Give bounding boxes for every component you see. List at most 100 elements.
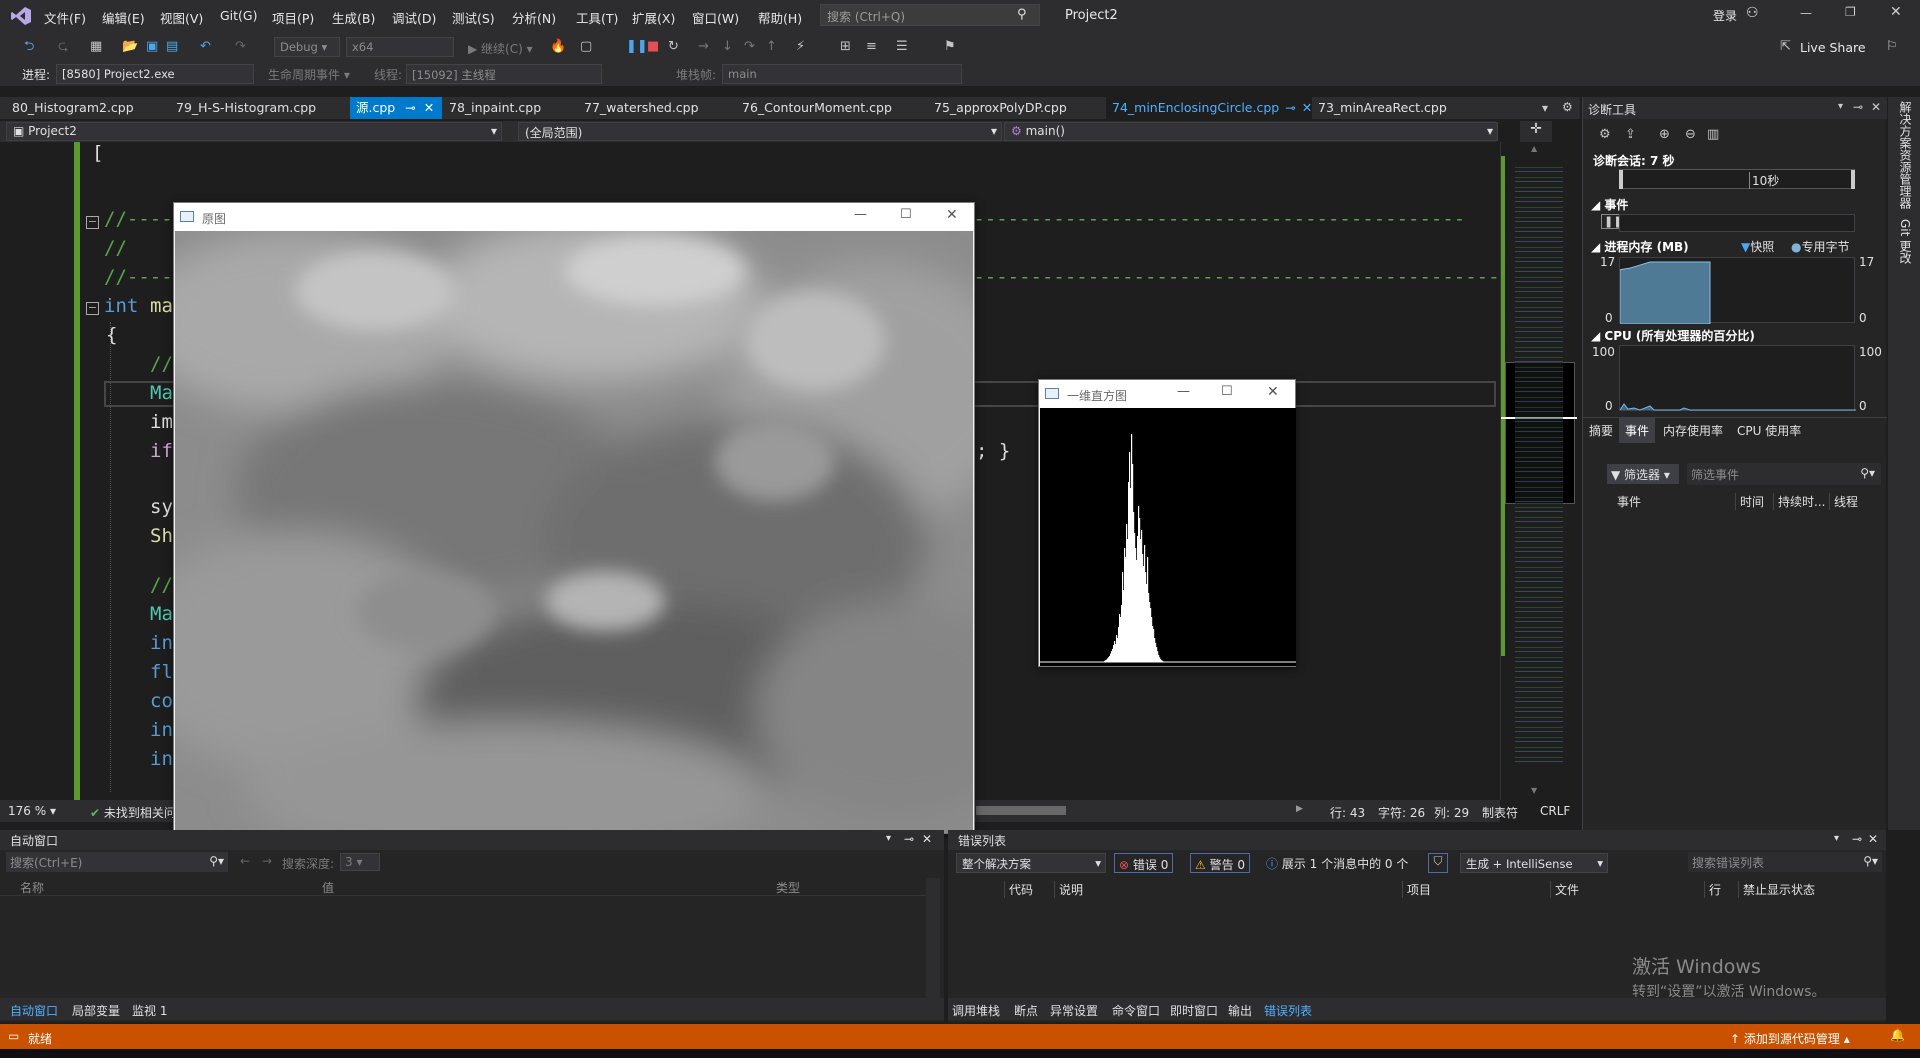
menu-item-7[interactable]: 测试(S) xyxy=(452,8,495,27)
back-icon[interactable]: ⮌ xyxy=(24,39,34,55)
menu-item-11[interactable]: 窗口(W) xyxy=(692,8,739,27)
menu-item-3[interactable]: Git(G) xyxy=(220,8,258,23)
screenshot-icon[interactable]: ▢ xyxy=(580,39,592,55)
forward-icon[interactable]: ⮎ xyxy=(58,39,68,55)
collapse-icon[interactable]: − xyxy=(86,302,99,315)
col-type[interactable]: 类型 xyxy=(776,879,800,896)
cpu-graph[interactable] xyxy=(1619,345,1856,411)
close-button[interactable]: ✕ xyxy=(1890,4,1902,20)
tab-command-window[interactable]: 命令窗口 xyxy=(1112,1002,1160,1019)
window-titlebar[interactable]: 原图 — ☐ ✕ xyxy=(174,203,974,231)
pin-icon[interactable]: ⊸ xyxy=(1852,832,1862,846)
platform-dropdown[interactable]: x64 xyxy=(346,37,454,57)
menu-item-10[interactable]: 扩展(X) xyxy=(632,8,675,27)
add-to-source-control[interactable]: ↑ 添加到源代码管理 ▴ xyxy=(1730,1030,1850,1047)
col-file[interactable]: 文件 xyxy=(1550,881,1579,898)
zoom-level[interactable]: 176 % ▾ xyxy=(8,804,56,818)
tab-summary[interactable]: 摘要 xyxy=(1589,422,1613,439)
menu-item-8[interactable]: 分析(N) xyxy=(512,8,556,27)
cpu-section-header[interactable]: ◢ CPU (所有处理器的百分比) xyxy=(1591,327,1755,344)
col-duration[interactable]: 持续时... xyxy=(1773,493,1825,510)
col-event[interactable]: 事件 xyxy=(1617,493,1641,510)
tab-source-cpp[interactable]: 源.cpp ⊸ ✕ xyxy=(350,97,442,119)
tab-watch-1[interactable]: 监视 1 xyxy=(132,1002,167,1019)
config-dropdown[interactable]: Debug ▾ xyxy=(274,37,340,57)
close-icon[interactable]: ✕ xyxy=(1868,832,1878,846)
pin-icon[interactable]: ⊸ xyxy=(1285,100,1295,115)
panel-dropdown-icon[interactable]: ▾ xyxy=(1838,101,1843,112)
undo-icon[interactable]: ↶ xyxy=(200,39,211,55)
errors-filter-button[interactable]: ⊗ 错误 0 xyxy=(1114,853,1174,873)
scroll-up-icon[interactable]: ▲ xyxy=(1531,144,1537,153)
pin-icon[interactable]: ⊸ xyxy=(904,832,914,846)
breakpoint-toggle-icon[interactable]: ⚡ xyxy=(796,39,805,55)
reset-view-icon[interactable]: ▥ xyxy=(1707,127,1719,143)
histogram-window[interactable]: 一维直方图 — ☐ ✕ xyxy=(1038,379,1296,667)
menu-item-12[interactable]: 帮助(H) xyxy=(758,8,802,27)
col-line[interactable]: 行 xyxy=(1704,881,1721,898)
tab-autos[interactable]: 自动窗口 xyxy=(10,1002,58,1019)
restore-button[interactable]: ❐ xyxy=(1845,5,1856,19)
search-depth-dropdown[interactable]: 3 ▾ xyxy=(340,853,380,871)
pin-icon[interactable]: ⊸ xyxy=(405,100,415,115)
search-errors-input[interactable]: 搜索错误列表 ⚲▾ xyxy=(1688,852,1882,872)
col-thread[interactable]: 线程 xyxy=(1829,493,1858,510)
save-icon[interactable]: ▣ xyxy=(146,39,158,55)
pause-icon[interactable]: ❚❚ xyxy=(626,39,648,55)
tab-mode[interactable]: 制表符 xyxy=(1482,804,1518,821)
search-input[interactable]: 搜索 (Ctrl+Q) xyxy=(820,4,1040,26)
col-value[interactable]: 值 xyxy=(322,879,334,896)
timeline-end-handle[interactable] xyxy=(1851,170,1855,189)
member-dropdown[interactable]: ⚙ main() ▾ xyxy=(1004,122,1498,141)
menu-item-9[interactable]: 工具(T) xyxy=(576,8,618,27)
continue-button[interactable]: ▶ 继续(C) ▾ xyxy=(468,40,533,57)
col-description[interactable]: 说明 xyxy=(1054,881,1083,898)
tab-cpu-usage[interactable]: CPU 使用率 xyxy=(1737,422,1801,439)
tab-79-hs-histogram[interactable]: 79_H-S-Histogram.cpp xyxy=(170,97,322,119)
tab-close-icon[interactable]: ✕ xyxy=(1302,100,1312,115)
panel-dropdown-icon[interactable]: ▾ xyxy=(886,833,891,844)
settings-icon[interactable]: ⚙ xyxy=(1599,127,1611,143)
tab-overflow-icon[interactable]: ▾ xyxy=(1542,101,1548,115)
scope-dropdown[interactable]: (全局范围) ▾ xyxy=(518,122,1002,141)
scroll-right-icon[interactable]: ▶ xyxy=(1296,804,1303,814)
comment-icon[interactable]: ☰ xyxy=(896,39,908,55)
login-link[interactable]: 登录 xyxy=(1713,7,1737,24)
save-all-icon[interactable]: ▤ xyxy=(166,39,178,55)
split-editor-icon[interactable]: ✛ xyxy=(1520,121,1552,142)
messages-filter-button[interactable]: ⓘ 展示 1 个消息中的 0 个 xyxy=(1266,855,1408,872)
col-suppression[interactable]: 禁止显示状态 xyxy=(1738,881,1815,898)
clear-filter-icon[interactable]: ⛉ xyxy=(1428,853,1448,873)
indent-icon[interactable]: ≡ xyxy=(866,39,877,55)
tab-locals[interactable]: 局部变量 xyxy=(72,1002,120,1019)
menu-item-5[interactable]: 生成(B) xyxy=(332,8,375,27)
side-tab-git-changes[interactable]: Git 更改 xyxy=(1897,219,1914,264)
minimize-button[interactable]: — xyxy=(1800,6,1812,20)
tab-settings-icon[interactable]: ⚙ xyxy=(1562,100,1573,114)
minimize-button[interactable]: — xyxy=(854,207,867,222)
build-intellisense-dropdown[interactable]: 生成 + IntelliSense ▾ xyxy=(1460,853,1608,873)
side-tab-solution-explorer[interactable]: 解决方案资源管理器 xyxy=(1897,101,1914,209)
maximize-button[interactable]: ☐ xyxy=(1221,384,1233,399)
stop-icon[interactable]: ■ xyxy=(647,39,659,55)
events-section-header[interactable]: ◢ 事件 xyxy=(1591,196,1628,213)
collapse-icon[interactable]: − xyxy=(86,216,99,229)
close-icon[interactable]: ✕ xyxy=(922,832,932,846)
warnings-filter-button[interactable]: ⚠ 警告 0 xyxy=(1190,853,1251,873)
live-share-button[interactable]: Live Share xyxy=(1800,40,1866,55)
tab-exception-settings[interactable]: 异常设置 xyxy=(1050,1002,1098,1019)
timeline-ruler[interactable]: 10秒 xyxy=(1619,169,1855,189)
tab-breakpoints[interactable]: 断点 xyxy=(1014,1002,1038,1019)
format-icon[interactable]: ⊞ xyxy=(840,39,851,55)
step-over-icon[interactable]: ↷ xyxy=(744,39,755,55)
tab-call-stack[interactable]: 调用堆栈 xyxy=(952,1002,1000,1019)
export-icon[interactable]: ⇪ xyxy=(1625,127,1636,143)
tab-76-contourmoment[interactable]: 76_ContourMoment.cpp xyxy=(736,97,898,119)
zoom-in-icon[interactable]: ⊕ xyxy=(1659,127,1670,143)
tab-78-inpaint[interactable]: 78_inpaint.cpp xyxy=(443,97,547,119)
tab-74-minenclosingcircle[interactable]: 74_minEnclosingCircle.cpp ⊸ ✕ xyxy=(1106,97,1312,119)
menu-item-2[interactable]: 视图(V) xyxy=(160,8,203,27)
col-name[interactable]: 名称 xyxy=(20,879,44,896)
step-into-icon[interactable]: ↓ xyxy=(722,39,733,55)
open-file-icon[interactable]: 📂 xyxy=(122,39,138,55)
